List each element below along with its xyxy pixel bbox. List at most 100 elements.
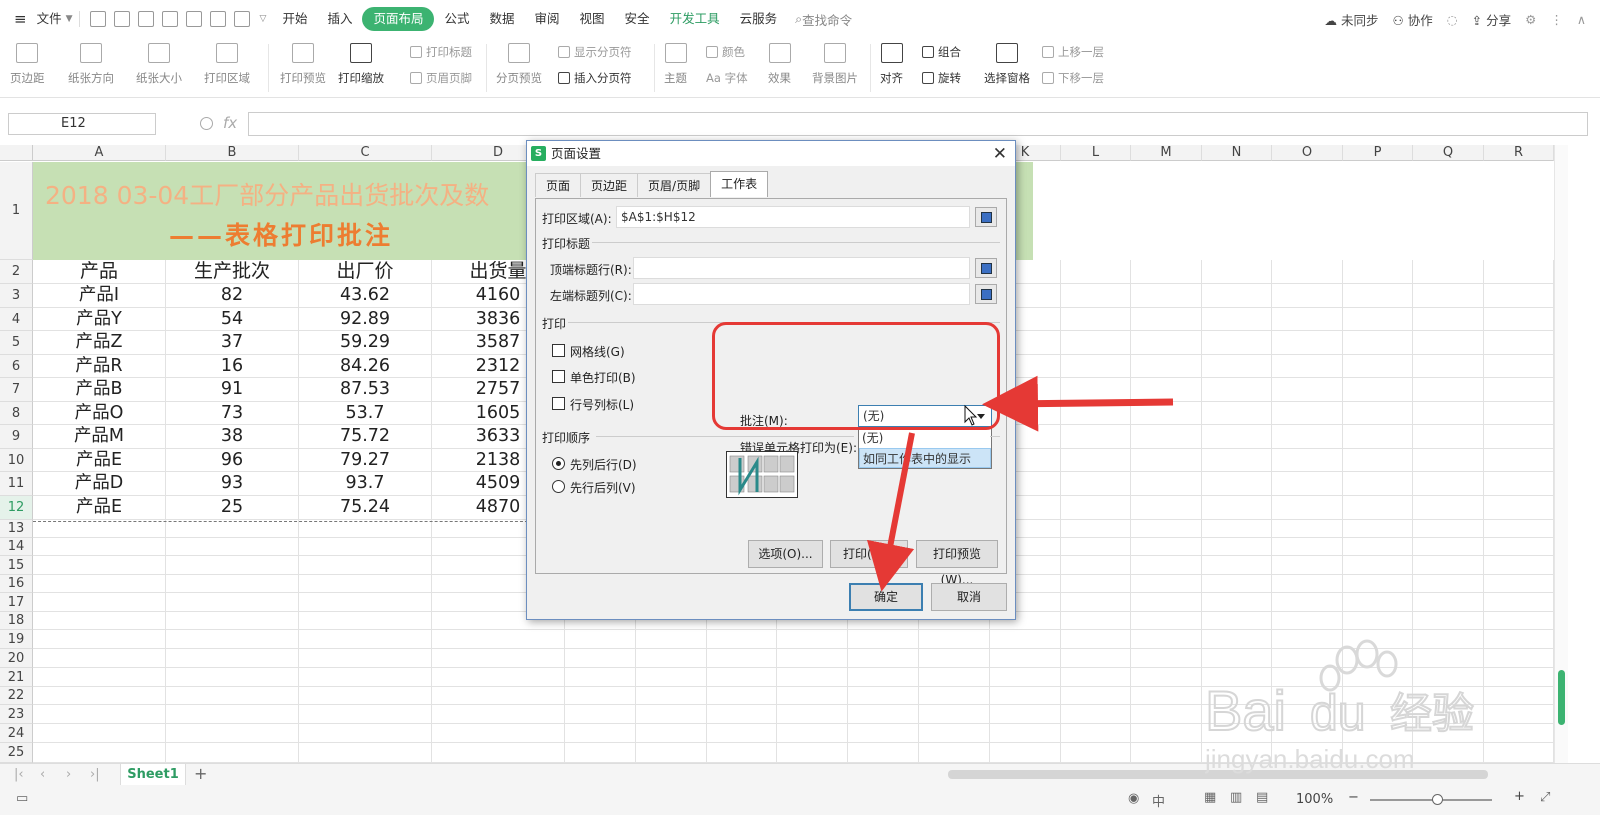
data-cell[interactable]: 93: [166, 472, 299, 496]
tab-home[interactable]: 开始: [272, 7, 317, 31]
cell[interactable]: [1413, 520, 1484, 538]
cell[interactable]: [1131, 260, 1202, 284]
cell[interactable]: [636, 705, 707, 724]
hamburger-icon[interactable]: ≡: [14, 10, 27, 28]
insert-page-break-button[interactable]: 插入分页符: [558, 70, 632, 86]
cell[interactable]: [1272, 593, 1343, 612]
column-header-q[interactable]: Q: [1413, 145, 1484, 161]
row-header-8[interactable]: 8: [0, 402, 33, 425]
cell[interactable]: [1413, 472, 1484, 496]
cell[interactable]: [299, 705, 432, 724]
cell[interactable]: [1484, 612, 1554, 630]
row-header-18[interactable]: 18: [0, 612, 33, 630]
fullscreen-icon[interactable]: ⤢: [1540, 790, 1550, 805]
cell[interactable]: [565, 668, 636, 687]
header-cell[interactable]: 生产批次: [166, 260, 299, 284]
page-break-preview-button[interactable]: 分页预览: [496, 38, 542, 86]
cell[interactable]: [33, 520, 166, 538]
cell[interactable]: [166, 612, 299, 630]
cell[interactable]: [707, 630, 777, 649]
tab-sheet[interactable]: 工作表: [710, 171, 769, 197]
cell[interactable]: [565, 743, 636, 763]
fx-button[interactable]: fx: [200, 114, 237, 132]
cell[interactable]: [1272, 612, 1343, 630]
cell[interactable]: [1413, 425, 1484, 449]
cell[interactable]: [1343, 308, 1413, 331]
column-header-c[interactable]: C: [299, 145, 432, 161]
cell[interactable]: [1272, 538, 1343, 556]
cell[interactable]: [1131, 687, 1202, 705]
data-cell[interactable]: 96: [166, 449, 299, 472]
cell[interactable]: [636, 668, 707, 687]
column-header-r[interactable]: R: [1484, 145, 1554, 161]
cell[interactable]: [1413, 538, 1484, 556]
cell[interactable]: [707, 743, 777, 763]
cell[interactable]: [1484, 496, 1554, 520]
bring-forward-button[interactable]: 上移一层: [1042, 44, 1104, 60]
data-cell[interactable]: 产品R: [33, 355, 166, 378]
cell[interactable]: [299, 687, 432, 705]
page-break-view-icon[interactable]: ▤: [1256, 790, 1268, 805]
tab-security[interactable]: 安全: [615, 7, 660, 31]
column-header-a[interactable]: A: [33, 145, 166, 161]
cell[interactable]: [1061, 331, 1131, 355]
row-header-7[interactable]: 7: [0, 378, 33, 402]
cell[interactable]: [848, 724, 919, 743]
print-button[interactable]: 打印(P)...: [830, 540, 908, 568]
cell[interactable]: [1202, 260, 1272, 284]
cell[interactable]: [1343, 612, 1413, 630]
data-cell[interactable]: 59.29: [299, 331, 432, 355]
cell[interactable]: [1484, 402, 1554, 425]
cell[interactable]: [1202, 331, 1272, 355]
cell[interactable]: [299, 538, 432, 556]
row-header-1[interactable]: 1: [0, 162, 33, 260]
cell[interactable]: [299, 556, 432, 575]
margin-button[interactable]: 页边距: [10, 38, 45, 86]
cell[interactable]: [1272, 449, 1343, 472]
data-cell[interactable]: 产品D: [33, 472, 166, 496]
formula-input[interactable]: [248, 112, 1588, 136]
cell[interactable]: [1061, 743, 1131, 763]
cell[interactable]: [990, 743, 1061, 763]
cell[interactable]: [1484, 331, 1554, 355]
cell[interactable]: [1413, 402, 1484, 425]
cell[interactable]: [1061, 668, 1131, 687]
ok-button[interactable]: 确定: [849, 583, 923, 611]
cell[interactable]: [1484, 575, 1554, 593]
cell[interactable]: [1202, 538, 1272, 556]
cell[interactable]: [1484, 378, 1554, 402]
data-cell[interactable]: 产品B: [33, 378, 166, 402]
cell[interactable]: [1202, 472, 1272, 496]
tab-cloud[interactable]: 云服务: [730, 7, 788, 31]
cell[interactable]: [919, 630, 990, 649]
cell[interactable]: [299, 593, 432, 612]
cell[interactable]: [1413, 378, 1484, 402]
cell[interactable]: [565, 687, 636, 705]
mono-checkbox[interactable]: [552, 370, 565, 383]
gridlines-checkbox[interactable]: [552, 344, 565, 357]
cell[interactable]: [1413, 556, 1484, 575]
cell[interactable]: [1131, 649, 1202, 668]
print-titles-button[interactable]: 打印标题: [410, 44, 472, 60]
cell[interactable]: [432, 630, 565, 649]
cell[interactable]: [299, 668, 432, 687]
cell[interactable]: [166, 705, 299, 724]
left-cols-input[interactable]: [633, 283, 970, 305]
cell[interactable]: [1131, 612, 1202, 630]
header-footer-button[interactable]: 页眉页脚: [410, 70, 472, 86]
cell[interactable]: [1484, 308, 1554, 331]
cell[interactable]: [636, 724, 707, 743]
row-header-15[interactable]: 15: [0, 556, 33, 575]
rotate-button[interactable]: 旋转: [922, 70, 961, 86]
cell[interactable]: [1343, 355, 1413, 378]
cell[interactable]: [1413, 284, 1484, 308]
cell[interactable]: [1131, 355, 1202, 378]
cell[interactable]: [1131, 556, 1202, 575]
data-cell[interactable]: 92.89: [299, 308, 432, 331]
cell[interactable]: [1131, 425, 1202, 449]
tab-view[interactable]: 视图: [570, 7, 615, 31]
row-header-22[interactable]: 22: [0, 687, 33, 705]
normal-view-icon[interactable]: ▦: [1204, 790, 1216, 805]
cell[interactable]: [1061, 724, 1131, 743]
prev-sheet-icon[interactable]: ‹: [40, 767, 45, 782]
